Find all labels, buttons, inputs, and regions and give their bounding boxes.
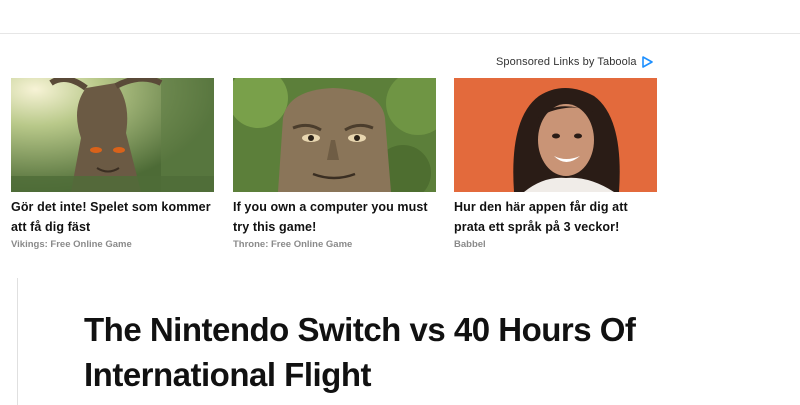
card-source[interactable]: Throne: Free Online Game <box>233 239 436 250</box>
sponsored-card[interactable]: Hur den här appen får dig att prata ett … <box>454 78 657 250</box>
card-headline[interactable]: Gör det inte! Spelet som kommer att få d… <box>11 197 214 237</box>
sponsored-links-header[interactable]: Sponsored Links by Taboola <box>496 56 653 68</box>
article-left-border <box>17 278 18 405</box>
card-headline[interactable]: Hur den här appen får dig att prata ett … <box>454 197 657 237</box>
sponsored-links-label[interactable]: Sponsored Links by Taboola <box>496 56 637 68</box>
card-source[interactable]: Vikings: Free Online Game <box>11 239 214 250</box>
sponsored-card[interactable]: If you own a computer you must try this … <box>233 78 436 250</box>
article-title: The Nintendo Switch vs 40 Hours Of Inter… <box>84 311 636 393</box>
smiling-woman-image[interactable] <box>454 78 657 192</box>
sponsored-card[interactable]: Gör det inte! Spelet som kommer att få d… <box>11 78 214 250</box>
card-source[interactable]: Babbel <box>454 239 657 250</box>
wise-tree-face-image[interactable] <box>233 78 436 192</box>
taboola-icon[interactable] <box>641 56 653 68</box>
top-divider <box>0 33 800 34</box>
wise-tree-forest-image[interactable] <box>11 78 214 192</box>
card-headline[interactable]: If you own a computer you must try this … <box>233 197 436 237</box>
